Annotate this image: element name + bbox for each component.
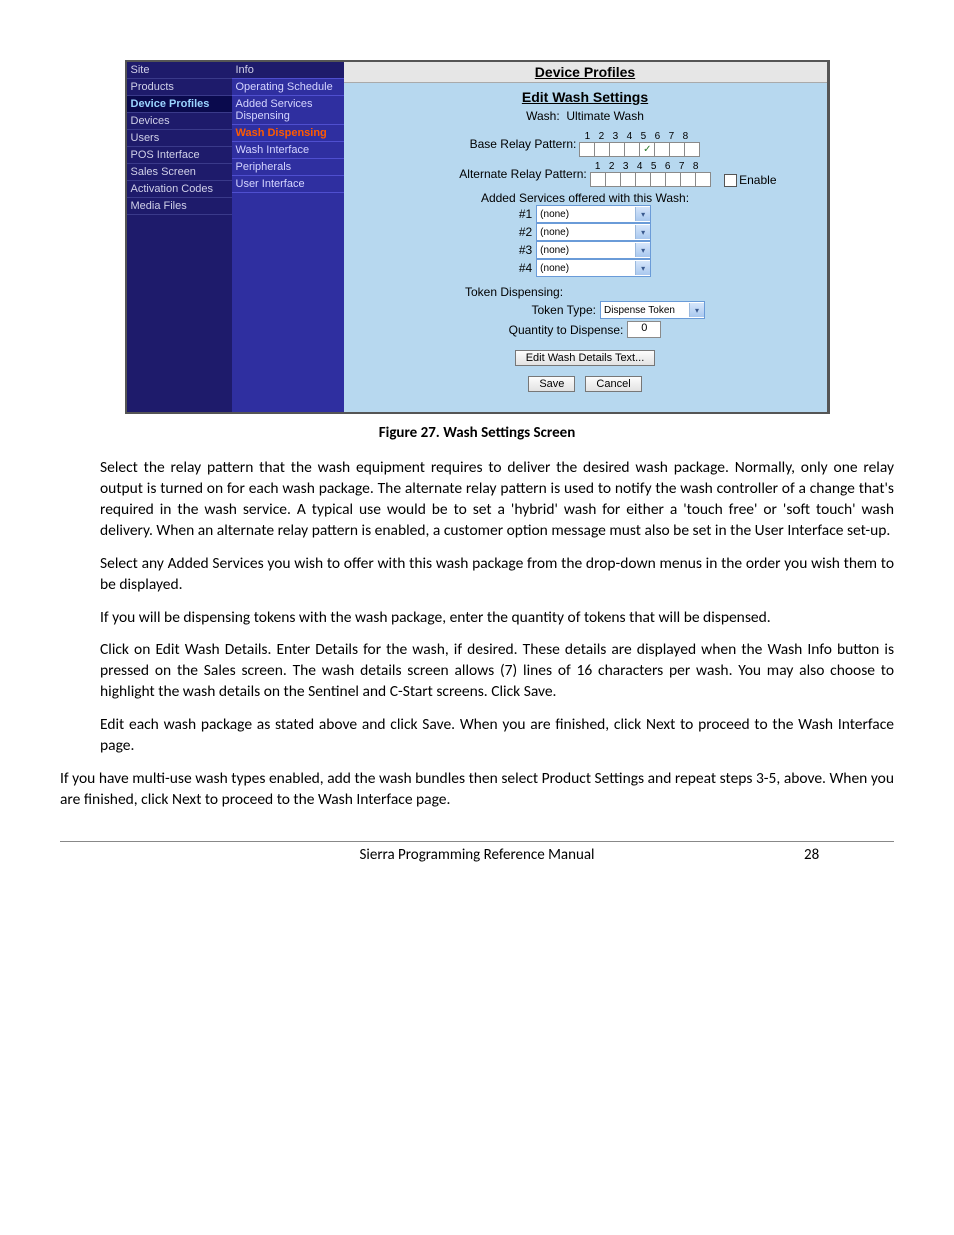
alt-relay-grid: 12345678 bbox=[591, 161, 711, 187]
nav2-item-wash-dispensing[interactable]: Wash Dispensing bbox=[232, 125, 344, 142]
footer-title: Sierra Programming Reference Manual bbox=[60, 846, 804, 864]
chevron-down-icon: ▾ bbox=[635, 243, 650, 257]
paragraph-2: Select any Added Services you wish to of… bbox=[100, 554, 894, 596]
token-type-select[interactable]: Dispense Token▾ bbox=[600, 301, 705, 319]
base-relay-3[interactable] bbox=[609, 142, 625, 157]
service-row-2: #2 (none)▾ bbox=[344, 223, 827, 241]
alt-relay-1[interactable] bbox=[590, 172, 606, 187]
cancel-button[interactable]: Cancel bbox=[585, 376, 641, 392]
service-row-1: #1 (none)▾ bbox=[344, 205, 827, 223]
paragraph-5: Edit each wash package as stated above a… bbox=[100, 715, 894, 757]
service-3-label: #3 bbox=[519, 243, 532, 257]
nav2-item-info[interactable]: Info bbox=[232, 62, 344, 79]
chevron-down-icon: ▾ bbox=[689, 303, 704, 317]
content-panel: Device Profiles Edit Wash Settings Wash:… bbox=[344, 62, 827, 412]
base-relay-grid: 12345678 ✓ bbox=[580, 131, 700, 157]
alt-relay-row: Alternate Relay Pattern: 12345678 Enable bbox=[344, 161, 827, 187]
service-1-label: #1 bbox=[519, 207, 532, 221]
enable-checkbox-group[interactable]: Enable bbox=[724, 173, 776, 187]
service-1-select[interactable]: (none)▾ bbox=[536, 205, 651, 223]
nav2-item-peripherals[interactable]: Peripherals bbox=[232, 159, 344, 176]
qty-label: Quantity to Dispense: bbox=[509, 323, 624, 337]
nav2-item-wash-interface[interactable]: Wash Interface bbox=[232, 142, 344, 159]
alt-relay-8[interactable] bbox=[695, 172, 711, 187]
page-footer: Sierra Programming Reference Manual 28 bbox=[60, 841, 894, 864]
chevron-down-icon: ▾ bbox=[635, 207, 650, 221]
service-2-select[interactable]: (none)▾ bbox=[536, 223, 651, 241]
added-services-label: Added Services offered with this Wash: bbox=[344, 187, 827, 205]
nav1-item-media-files[interactable]: Media Files bbox=[127, 198, 232, 215]
base-relay-1[interactable] bbox=[579, 142, 595, 157]
base-relay-8[interactable] bbox=[684, 142, 700, 157]
paragraph-1: Select the relay pattern that the wash e… bbox=[100, 458, 894, 542]
qty-input[interactable]: 0 bbox=[627, 321, 661, 338]
nav1-item-pos-interface[interactable]: POS Interface bbox=[127, 147, 232, 164]
edit-wash-details-button[interactable]: Edit Wash Details Text... bbox=[515, 350, 656, 366]
service-4-select[interactable]: (none)▾ bbox=[536, 259, 651, 277]
service-4-label: #4 bbox=[519, 261, 532, 275]
footer-page-number: 28 bbox=[804, 846, 894, 864]
service-row-4: #4 (none)▾ bbox=[344, 259, 827, 277]
wash-label: Wash: bbox=[526, 109, 560, 123]
base-relay-4[interactable] bbox=[624, 142, 640, 157]
alt-relay-5[interactable] bbox=[650, 172, 666, 187]
nav1-item-sales-screen[interactable]: Sales Screen bbox=[127, 164, 232, 181]
token-type-label: Token Type: bbox=[532, 303, 597, 317]
primary-nav: Site Products Device Profiles Devices Us… bbox=[127, 62, 232, 412]
wash-name-row: Wash: Ultimate Wash bbox=[344, 107, 827, 125]
paragraph-6: If you have multi-use wash types enabled… bbox=[60, 769, 894, 811]
nav2-item-added-services-dispensing[interactable]: Added Services Dispensing bbox=[232, 96, 344, 125]
secondary-nav: Info Operating Schedule Added Services D… bbox=[232, 62, 344, 412]
base-relay-6[interactable] bbox=[654, 142, 670, 157]
token-type-row: Token Type: Dispense Token▾ bbox=[465, 301, 705, 319]
nav1-item-products[interactable]: Products bbox=[127, 79, 232, 96]
nav1-item-activation-codes[interactable]: Activation Codes bbox=[127, 181, 232, 198]
alt-relay-2[interactable] bbox=[605, 172, 621, 187]
figure-caption: Figure 27. Wash Settings Screen bbox=[60, 424, 894, 442]
screenshot-figure: Site Products Device Profiles Devices Us… bbox=[60, 60, 894, 414]
base-relay-5[interactable]: ✓ bbox=[639, 142, 655, 157]
base-relay-row: Base Relay Pattern: 12345678 ✓ bbox=[344, 131, 827, 157]
app-window: Site Products Device Profiles Devices Us… bbox=[125, 60, 830, 414]
nav2-item-user-interface[interactable]: User Interface bbox=[232, 176, 344, 193]
chevron-down-icon: ▾ bbox=[635, 225, 650, 239]
alt-relay-6[interactable] bbox=[665, 172, 681, 187]
nav1-item-site[interactable]: Site bbox=[127, 62, 232, 79]
save-button[interactable]: Save bbox=[528, 376, 575, 392]
service-row-3: #3 (none)▾ bbox=[344, 241, 827, 259]
base-relay-2[interactable] bbox=[594, 142, 610, 157]
paragraph-4: Click on Edit Wash Details. Enter Detail… bbox=[100, 640, 894, 703]
base-relay-7[interactable] bbox=[669, 142, 685, 157]
content-subtitle: Edit Wash Settings bbox=[344, 83, 827, 107]
alt-relay-7[interactable] bbox=[680, 172, 696, 187]
alt-relay-4[interactable] bbox=[635, 172, 651, 187]
nav2-item-operating-schedule[interactable]: Operating Schedule bbox=[232, 79, 344, 96]
content-header: Device Profiles bbox=[344, 62, 827, 83]
chevron-down-icon: ▾ bbox=[635, 261, 650, 275]
nav1-item-device-profiles[interactable]: Device Profiles bbox=[127, 96, 232, 113]
alt-relay-label: Alternate Relay Pattern: bbox=[459, 161, 586, 187]
enable-label: Enable bbox=[739, 173, 776, 187]
paragraph-3: If you will be dispensing tokens with th… bbox=[100, 608, 894, 629]
token-dispensing-label: Token Dispensing: bbox=[465, 285, 705, 299]
base-relay-label: Base Relay Pattern: bbox=[470, 131, 577, 157]
service-3-select[interactable]: (none)▾ bbox=[536, 241, 651, 259]
nav1-item-users[interactable]: Users bbox=[127, 130, 232, 147]
alt-relay-3[interactable] bbox=[620, 172, 636, 187]
qty-row: Quantity to Dispense: 0 bbox=[344, 321, 827, 338]
nav1-item-devices[interactable]: Devices bbox=[127, 113, 232, 130]
wash-value: Ultimate Wash bbox=[566, 109, 644, 123]
enable-checkbox[interactable] bbox=[724, 174, 737, 187]
service-2-label: #2 bbox=[519, 225, 532, 239]
